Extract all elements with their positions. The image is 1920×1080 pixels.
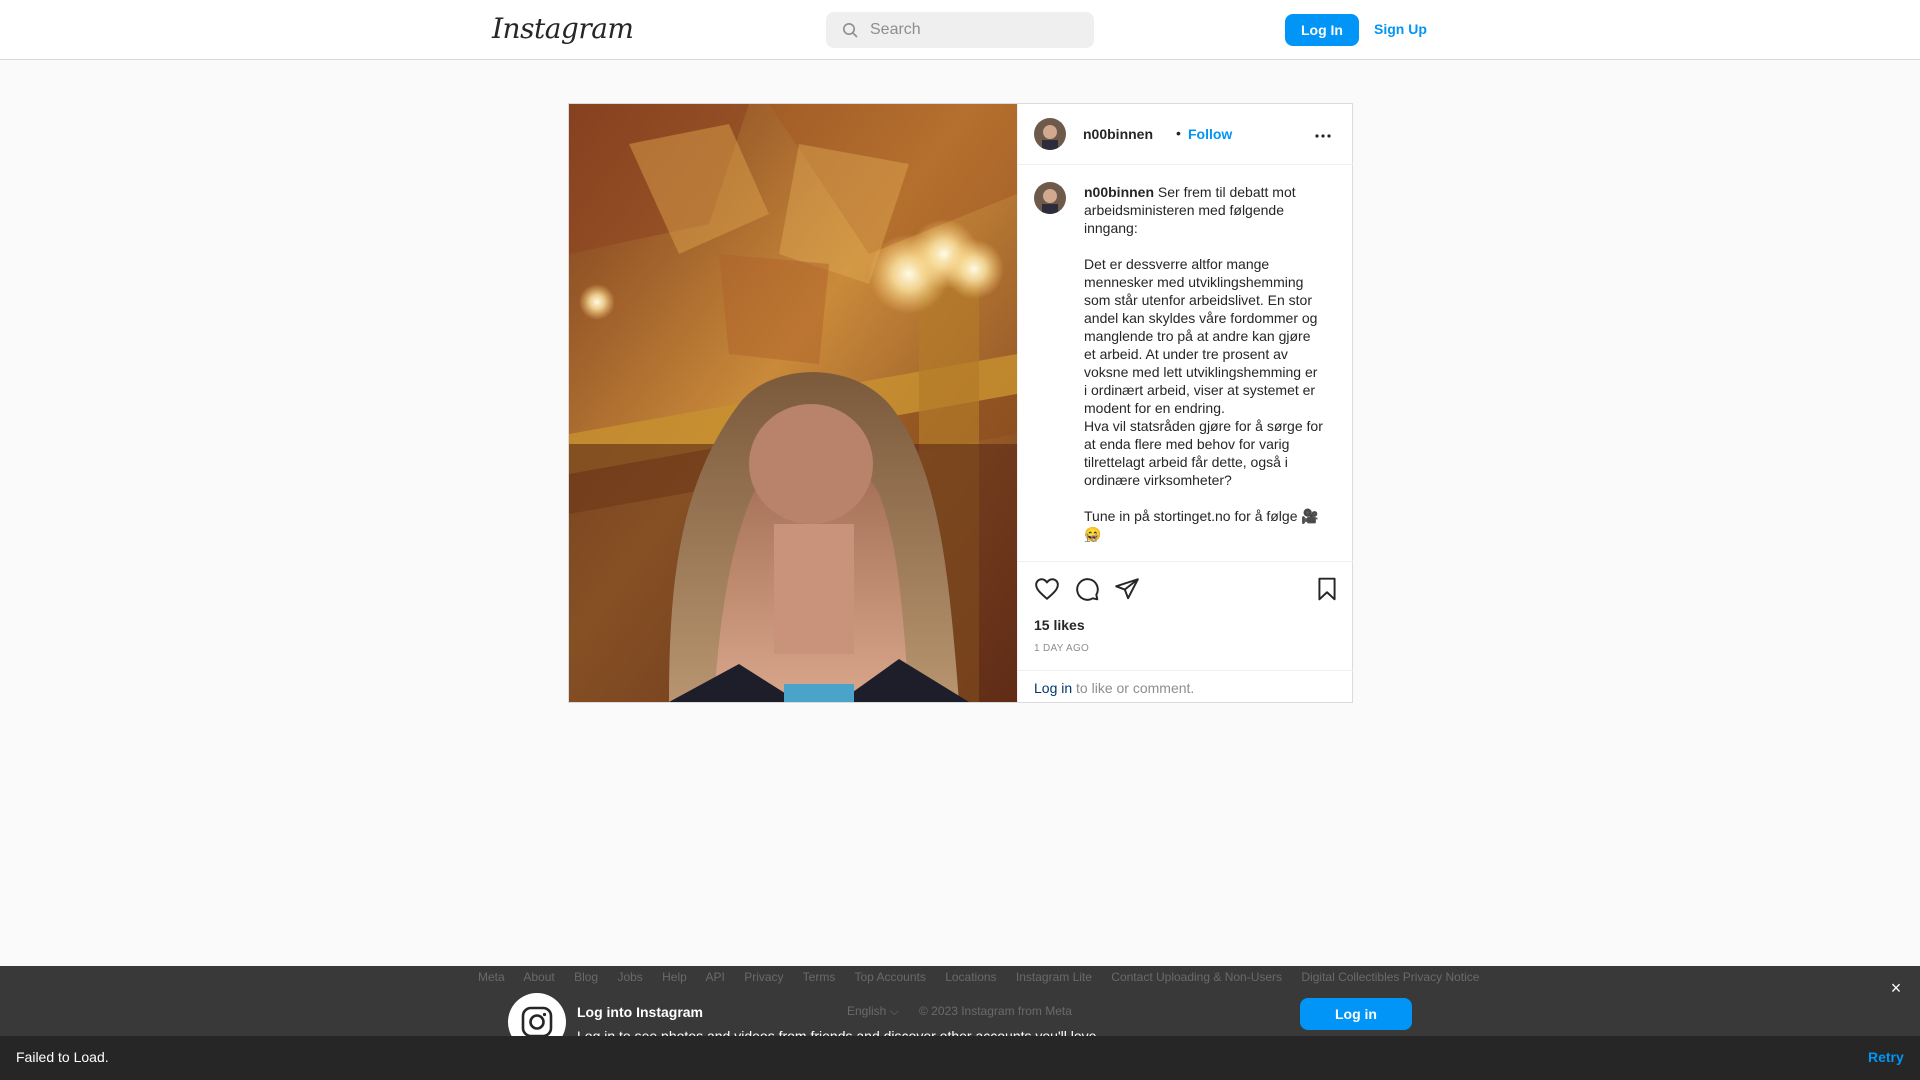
close-icon[interactable]: ×: [1888, 979, 1904, 997]
overlay-login-button[interactable]: Log in: [1300, 998, 1412, 1030]
footer-link[interactable]: Top Accounts: [854, 970, 925, 984]
footer-link[interactable]: Terms: [803, 970, 836, 984]
footer-link[interactable]: Contact Uploading & Non-Users: [1111, 970, 1282, 984]
copyright-text: © 2023 Instagram from Meta: [919, 1004, 1072, 1018]
follow-button[interactable]: Follow: [1188, 126, 1232, 142]
heart-icon[interactable]: [1034, 576, 1060, 602]
separator-dot: •: [1176, 125, 1181, 141]
footer-link[interactable]: Jobs: [617, 970, 642, 984]
post-sidebar: n00binnen • Follow n00binnen Ser frem ti…: [1017, 104, 1353, 702]
send-icon[interactable]: [1114, 576, 1140, 602]
instagram-glyph-badge: [508, 993, 566, 1036]
login-link[interactable]: Log in: [1034, 680, 1072, 696]
bookmark-icon[interactable]: [1314, 576, 1340, 602]
post-card: n00binnen • Follow n00binnen Ser frem ti…: [568, 103, 1353, 703]
post-photo[interactable]: [569, 104, 1017, 702]
login-to-comment-text: Log in to like or comment.: [1034, 680, 1194, 696]
post-username[interactable]: n00binnen: [1083, 126, 1153, 142]
login-prompt-subtitle: Log in to see photos and videos from fri…: [577, 1028, 1101, 1036]
search-icon: [843, 23, 858, 38]
search-input[interactable]: [870, 12, 1080, 48]
login-prompt-title: Log into Instagram: [577, 1004, 703, 1020]
post-photo-image: [569, 104, 1017, 702]
login-rest-text: to like or comment.: [1072, 680, 1195, 696]
footer-link[interactable]: Blog: [574, 970, 598, 984]
footer-link[interactable]: Help: [662, 970, 687, 984]
more-horizontal-icon[interactable]: [1313, 126, 1333, 146]
signup-link[interactable]: Sign Up: [1374, 21, 1427, 37]
post-time-long[interactable]: 1 DAY AGO: [1034, 643, 1089, 654]
footer-link[interactable]: Locations: [945, 970, 996, 984]
post-time-short[interactable]: 1d: [1084, 531, 1097, 545]
footer-link[interactable]: API: [706, 970, 725, 984]
footer-link[interactable]: Instagram Lite: [1016, 970, 1092, 984]
footer-link[interactable]: Privacy: [744, 970, 783, 984]
login-to-comment-bar: Log in to like or comment.: [1018, 670, 1353, 702]
footer-link[interactable]: About: [523, 970, 554, 984]
post-caption: n00binnen Ser frem til debatt mot arbeid…: [1084, 183, 1324, 543]
footer-links: Meta About Blog Jobs Help API Privacy Te…: [478, 970, 1495, 984]
login-prompt-overlay: Meta About Blog Jobs Help API Privacy Te…: [0, 966, 1920, 1036]
language-selector[interactable]: English ⌵: [847, 1004, 899, 1019]
post-header: n00binnen • Follow: [1018, 104, 1353, 165]
avatar[interactable]: [1034, 118, 1066, 150]
top-navigation-bar: Instagram Log In Sign Up: [0, 0, 1920, 60]
caption-section: n00binnen Ser frem til debatt mot arbeid…: [1018, 166, 1353, 563]
likes-count[interactable]: 15 likes: [1034, 617, 1085, 633]
retry-button[interactable]: Retry: [1868, 1049, 1904, 1065]
comment-icon[interactable]: [1074, 576, 1100, 602]
failed-message: Failed to Load.: [16, 1049, 109, 1065]
caption-username[interactable]: n00binnen: [1084, 184, 1154, 200]
footer-link[interactable]: Digital Collectibles Privacy Notice: [1301, 970, 1479, 984]
avatar[interactable]: [1034, 182, 1066, 214]
avatar-image: [1034, 182, 1066, 214]
caption-text: Ser frem til debatt mot arbeidsministere…: [1084, 184, 1323, 542]
actions-divider: [1018, 561, 1353, 562]
avatar-image: [1034, 118, 1066, 150]
footer-link[interactable]: Meta: [478, 970, 505, 984]
login-button[interactable]: Log In: [1285, 14, 1359, 46]
search-box[interactable]: [826, 12, 1094, 48]
failed-to-load-bar: Failed to Load. Retry: [0, 1036, 1920, 1080]
instagram-logo[interactable]: Instagram: [492, 12, 634, 45]
instagram-glyph-icon: [521, 1006, 553, 1036]
